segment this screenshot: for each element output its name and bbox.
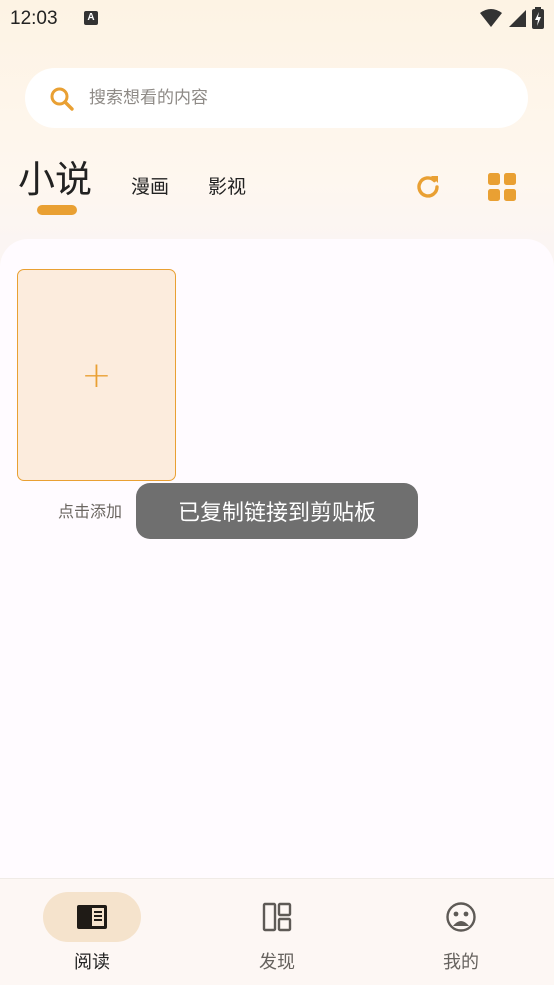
add-book-card[interactable]: + <box>17 269 176 481</box>
active-tab-indicator <box>37 205 77 215</box>
tab-video[interactable]: 影视 <box>208 172 246 202</box>
add-book-label: 点击添加 <box>58 502 123 521</box>
face-icon <box>446 902 476 932</box>
search-input[interactable] <box>89 68 509 128</box>
nav-item-mine[interactable]: 我的 <box>401 879 521 985</box>
grid-view-icon[interactable] <box>486 171 518 203</box>
nav-label-mine: 我的 <box>443 952 479 973</box>
search-bar[interactable] <box>25 68 528 128</box>
signal-icon <box>509 10 526 27</box>
battery-icon <box>532 7 544 29</box>
nav-item-discover[interactable]: 发现 <box>217 879 337 985</box>
nav-label-discover: 发现 <box>259 952 295 973</box>
status-icons <box>480 7 544 29</box>
nav-item-read[interactable]: 阅读 <box>32 879 152 985</box>
status-time: 12:03 <box>10 8 58 29</box>
book-icon <box>77 905 107 929</box>
notification-icon: A <box>84 11 98 25</box>
search-icon <box>50 87 74 111</box>
nav-label-read: 阅读 <box>74 952 110 973</box>
wifi-icon <box>480 9 502 27</box>
tab-comic[interactable]: 漫画 <box>131 172 169 202</box>
tab-novel[interactable]: 小说 <box>18 155 92 205</box>
bottom-navigation: 阅读 发现 我的 <box>0 878 554 985</box>
category-tabs: 小说 漫画 影视 <box>0 150 554 230</box>
bookshelf-panel: + 点击添加 <box>0 239 554 879</box>
dashboard-icon <box>262 902 292 932</box>
status-bar: 12:03 A <box>0 0 554 38</box>
plus-icon: + <box>81 354 112 396</box>
toast-message: 已复制链接到剪贴板 <box>136 483 418 539</box>
refresh-icon[interactable] <box>412 171 444 203</box>
